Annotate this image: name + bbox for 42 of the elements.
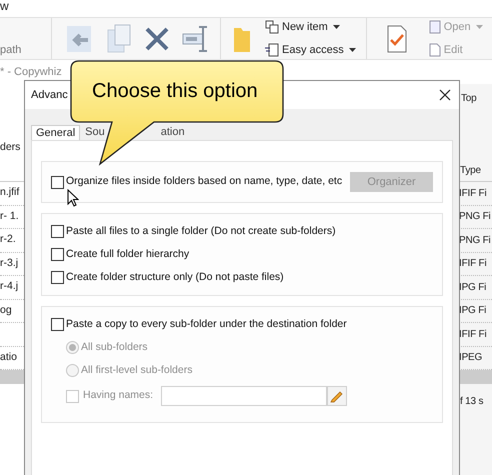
caret-icon <box>348 48 356 52</box>
window-title: w <box>0 0 9 13</box>
option-label: Paste all files to a single folder (Do not create sub-folders) <box>66 224 336 239</box>
pencil-button[interactable] <box>327 386 348 406</box>
copy-icon[interactable] <box>106 24 132 54</box>
checkbox[interactable] <box>51 318 64 331</box>
new-item-button[interactable]: New item <box>265 19 356 36</box>
checklist-icon[interactable] <box>386 24 407 52</box>
option-label: Paste a copy to every sub-folder under the destination folder <box>66 316 347 332</box>
document-icon <box>265 42 279 57</box>
easy-access-button[interactable]: Easy access <box>265 42 356 58</box>
caret-icon <box>332 25 340 30</box>
scrollbar[interactable] <box>458 370 492 384</box>
checkbox[interactable] <box>51 248 64 261</box>
new-item-icon <box>265 20 279 34</box>
folder-label: ders <box>0 140 22 156</box>
status-text: f 13 s <box>460 394 484 408</box>
checkbox[interactable] <box>51 271 64 284</box>
open-icon <box>428 20 441 34</box>
callout-text: Choose this option <box>92 79 258 103</box>
tab[interactable]: ation <box>160 125 186 140</box>
checkbox[interactable] <box>51 176 64 188</box>
checkbox[interactable] <box>51 225 64 238</box>
option-label: Create folder structure only (Do not paste files) <box>66 270 284 285</box>
tab[interactable]: Sou <box>84 125 106 140</box>
top-button[interactable]: Top <box>461 90 477 106</box>
delete-icon[interactable] <box>144 26 170 52</box>
rename-icon[interactable] <box>182 24 210 52</box>
option-label: Having names: <box>83 388 154 404</box>
tab[interactable]: General <box>31 125 80 140</box>
scrollbar[interactable] <box>0 370 24 384</box>
ribbon-group-label: path <box>0 42 22 58</box>
option-label: All first-level sub-folders <box>81 362 192 378</box>
pencil-icon <box>330 389 344 403</box>
dialog-title: Advanc <box>31 88 68 103</box>
option-label: All sub-folders <box>81 340 148 355</box>
close-icon[interactable] <box>439 89 451 101</box>
option-label: Create full folder hierarchy <box>66 246 190 262</box>
edit-icon <box>428 42 441 57</box>
caret-icon <box>476 25 483 30</box>
option-label: Organize files inside folders based on name, type, date, etc <box>66 174 342 190</box>
app-title: * - Copywhiz <box>0 64 62 80</box>
